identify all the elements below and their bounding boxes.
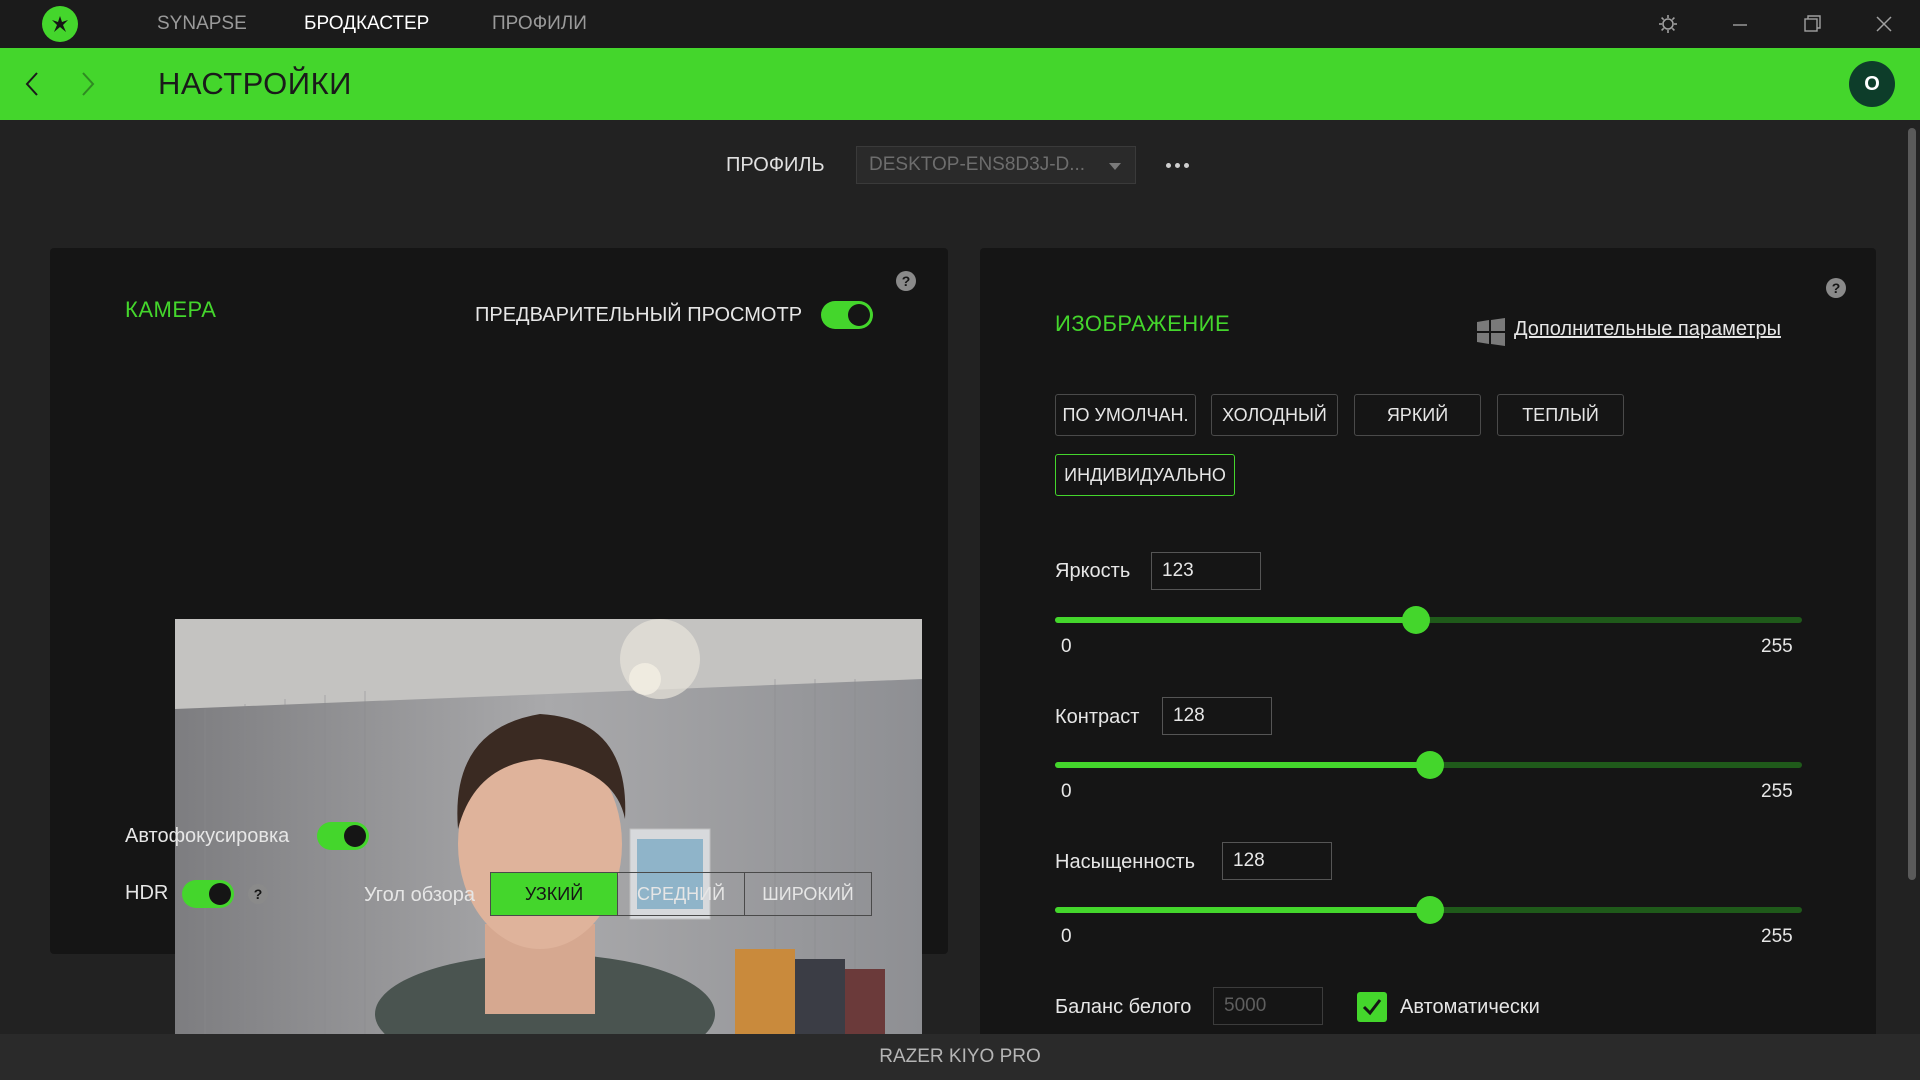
- fov-label: Угол обзора: [364, 884, 476, 906]
- scrollbar[interactable]: [1908, 128, 1916, 880]
- image-panel: ? ИЗОБРАЖЕНИЕ: [980, 248, 1876, 1048]
- preview-label: ПРЕДВАРИТЕЛЬНЫЙ ПРОСМОТР: [475, 304, 803, 326]
- brightness-slider-thumb[interactable]: [1402, 606, 1430, 634]
- camera-help-icon[interactable]: ?: [896, 271, 916, 291]
- preset-default-button[interactable]: ПО УМОЛЧАН.: [1055, 394, 1196, 436]
- saturation-input[interactable]: 128: [1222, 842, 1332, 880]
- maximize-icon[interactable]: [1784, 0, 1840, 48]
- title-bar: SYNAPSE БРОДКАСТЕР ПРОФИЛИ: [0, 0, 1920, 48]
- white-balance-input[interactable]: 5000: [1213, 987, 1323, 1025]
- close-icon[interactable]: [1856, 0, 1912, 48]
- saturation-min: 0: [1061, 926, 1072, 947]
- page-header: НАСТРОЙКИ O: [0, 48, 1920, 120]
- camera-panel: ? КАМЕРА ПРЕДВАРИТЕЛЬНЫЙ ПРОСМОТР Автофо…: [50, 248, 948, 1039]
- contrast-slider[interactable]: [1055, 751, 1802, 779]
- image-help-icon[interactable]: ?: [1826, 278, 1846, 298]
- contrast-input[interactable]: 128: [1162, 697, 1272, 735]
- brightness-slider[interactable]: [1055, 606, 1802, 634]
- razer-logo-icon[interactable]: [42, 6, 78, 42]
- brightness-max: 255: [1761, 636, 1793, 657]
- settings-gear-icon[interactable]: [1640, 0, 1696, 48]
- device-name: RAZER KIYO PRO: [879, 1046, 1041, 1067]
- avatar[interactable]: O: [1849, 61, 1895, 107]
- saturation-slider[interactable]: [1055, 896, 1802, 924]
- back-arrow-icon[interactable]: [16, 68, 48, 100]
- profile-label: ПРОФИЛЬ: [726, 154, 825, 176]
- device-footer: RAZER KIYO PRO: [0, 1034, 1920, 1080]
- contrast-min: 0: [1061, 781, 1072, 802]
- fov-narrow-button[interactable]: УЗКИЙ: [491, 873, 618, 915]
- tab-broadcaster[interactable]: БРОДКАСТЕР: [304, 0, 429, 48]
- preset-bright-button[interactable]: ЯРКИЙ: [1354, 394, 1481, 436]
- profile-dropdown-value: DESKTOP-ENS8D3J-D...: [869, 154, 1086, 175]
- contrast-slider-thumb[interactable]: [1416, 751, 1444, 779]
- brightness-min: 0: [1061, 636, 1072, 657]
- brightness-label: Яркость: [1055, 560, 1131, 582]
- forward-arrow-icon[interactable]: [72, 68, 104, 100]
- preview-toggle[interactable]: [821, 301, 873, 329]
- advanced-settings-link[interactable]: Дополнительные параметры: [1514, 318, 1781, 341]
- saturation-max: 255: [1761, 926, 1793, 947]
- checkmark-icon: [1362, 999, 1382, 1016]
- autofocus-label: Автофокусировка: [125, 825, 290, 847]
- tab-synapse[interactable]: SYNAPSE: [157, 0, 247, 48]
- windows-icon: [1476, 318, 1506, 351]
- preset-warm-button[interactable]: ТЕПЛЫЙ: [1497, 394, 1624, 436]
- saturation-slider-thumb[interactable]: [1416, 896, 1444, 924]
- fov-wide-button[interactable]: ШИРОКИЙ: [745, 873, 871, 915]
- autofocus-toggle[interactable]: [317, 822, 369, 850]
- image-section-title: ИЗОБРАЖЕНИЕ: [1055, 311, 1231, 336]
- white-balance-label: Баланс белого: [1055, 996, 1192, 1018]
- brightness-input[interactable]: 123: [1151, 552, 1261, 590]
- contrast-label: Контраст: [1055, 706, 1140, 728]
- preset-cold-button[interactable]: ХОЛОДНЫЙ: [1211, 394, 1338, 436]
- auto-white-balance-checkbox[interactable]: [1357, 992, 1387, 1022]
- camera-section-title: КАМЕРА: [125, 297, 217, 322]
- saturation-label: Насыщенность: [1055, 851, 1196, 873]
- fov-segmented-control: УЗКИЙ СРЕДНИЙ ШИРОКИЙ: [490, 872, 872, 916]
- chevron-down-icon: [1109, 163, 1121, 170]
- tab-profiles[interactable]: ПРОФИЛИ: [492, 0, 587, 48]
- minimize-icon[interactable]: [1712, 0, 1768, 48]
- more-options-icon[interactable]: [1162, 150, 1192, 180]
- page-title: НАСТРОЙКИ: [158, 66, 352, 101]
- profile-dropdown[interactable]: DESKTOP-ENS8D3J-D...: [856, 146, 1136, 184]
- fov-medium-button[interactable]: СРЕДНИЙ: [618, 873, 745, 915]
- hdr-label: HDR: [125, 882, 169, 904]
- preset-custom-button[interactable]: ИНДИВИДУАЛЬНО: [1055, 454, 1235, 496]
- hdr-toggle[interactable]: [182, 880, 234, 908]
- auto-white-balance-label: Автоматически: [1400, 996, 1540, 1018]
- contrast-max: 255: [1761, 781, 1793, 802]
- hdr-help-icon[interactable]: ?: [248, 884, 268, 904]
